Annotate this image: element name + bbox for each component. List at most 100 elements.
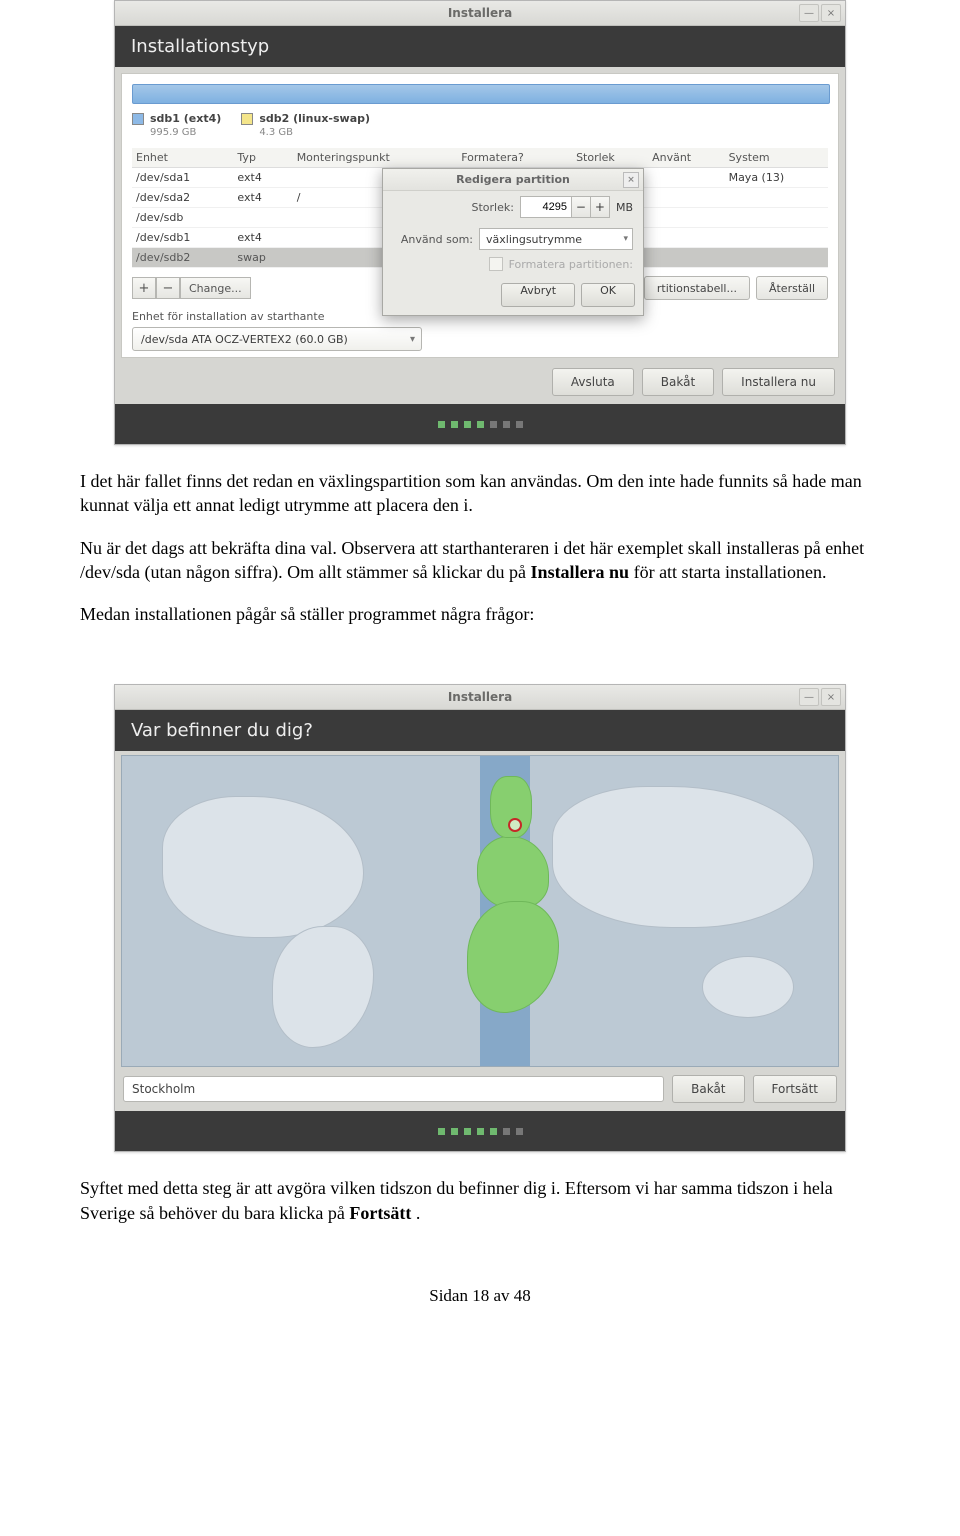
size-label: Storlek: [393,201,514,214]
window-title: Installera [448,690,512,704]
remove-partition-button[interactable]: − [156,277,180,299]
continent-highlight [467,901,559,1013]
dialog-cancel-button[interactable]: Avbryt [501,283,575,307]
legend-swatch-icon [241,113,253,125]
change-partition-button[interactable]: Change... [180,277,251,299]
step-dot-icon [503,1128,510,1135]
paragraph: Medan installationen pågår så ställer pr… [80,602,880,626]
col-mount: Monteringspunkt [293,148,458,168]
continue-button[interactable]: Fortsätt [753,1075,837,1103]
dialog-ok-button[interactable]: OK [581,283,635,307]
legend-sdb2-size: 4.3 GB [259,127,293,138]
install-now-bold: Installera nu [531,562,630,582]
paragraph: Syftet med detta steg är att avgöra vilk… [80,1176,880,1225]
size-row: Storlek: − + MB [383,191,643,223]
paragraph: Nu är det dags att bekräfta dina val. Ob… [80,536,880,585]
dialog-button-row: Avbryt OK [383,277,643,315]
edit-partition-dialog: Redigera partition × Storlek: − + MB Anv… [382,168,644,316]
step-indicator [115,404,845,444]
legend-sdb1-size: 995.9 GB [150,127,196,138]
legend-sdb2-label: sdb2 (linux-swap) [259,112,370,125]
col-device: Enhet [132,148,233,168]
col-type: Typ [233,148,292,168]
legend-sdb1-label: sdb1 (ext4) [150,112,221,125]
installer-window-2: Installera — × Var befinner du dig? Stoc… [114,684,846,1152]
window-buttons: — × [799,688,841,706]
continent-highlight [477,836,549,908]
close-icon[interactable]: × [821,4,841,22]
col-format: Formatera? [457,148,572,168]
continue-bold: Fortsätt [349,1203,411,1223]
step-indicator [115,1111,845,1151]
step-dot-icon [503,421,510,428]
step-dot-icon [477,1128,484,1135]
col-used: Använt [648,148,725,168]
toolbar-right: rtitionstabell... Återställ [644,276,828,300]
new-partition-table-button[interactable]: rtitionstabell... [644,276,750,300]
window-title: Installera [448,6,512,20]
dialog-close-icon[interactable]: × [623,172,639,188]
document-body: I det här fallet finns det redan en växl… [0,469,960,684]
timezone-bar: Stockholm Bakåt Fortsätt [115,1067,845,1111]
page-header: Var befinner du dig? [115,710,845,751]
step-dot-icon [451,1128,458,1135]
format-row: Formatera partitionen: [383,255,643,277]
step-dot-icon [438,1128,445,1135]
minimize-icon[interactable]: — [799,688,819,706]
quit-button[interactable]: Avsluta [552,368,634,396]
step-dot-icon [477,421,484,428]
back-button[interactable]: Bakåt [672,1075,744,1103]
step-dot-icon [490,1128,497,1135]
timezone-input[interactable]: Stockholm [123,1076,664,1102]
step-dot-icon [516,421,523,428]
window-titlebar: Installera — × [115,1,845,26]
use-as-combo[interactable]: växlingsutrymme [479,228,633,250]
add-partition-button[interactable]: + [132,277,156,299]
document-body: Syftet med detta steg är att avgöra vilk… [0,1176,960,1348]
continent-shape [272,926,374,1048]
page-footer: Sidan 18 av 48 [80,1285,880,1308]
size-input[interactable] [520,196,572,218]
continent-shape [702,956,794,1018]
format-label: Formatera partitionen: [509,258,633,271]
continent-shape [552,786,814,928]
size-decrement-button[interactable]: − [571,196,591,218]
close-icon[interactable]: × [821,688,841,706]
minimize-icon[interactable]: — [799,4,819,22]
step-dot-icon [516,1128,523,1135]
main-button-row: Avsluta Bakåt Installera nu [115,358,845,404]
step-dot-icon [451,421,458,428]
step-dot-icon [490,421,497,428]
col-size: Storlek [572,148,648,168]
legend-sdb2: sdb2 (linux-swap) 4.3 GB [241,112,370,138]
page-header: Installationstyp [115,26,845,67]
partition-panel: sdb1 (ext4) 995.9 GB sdb2 (linux-swap) 4… [121,73,839,358]
back-button[interactable]: Bakåt [642,368,714,396]
bootloader-device-combo[interactable]: /dev/sda ATA OCZ-VERTEX2 (60.0 GB) [132,327,422,351]
use-as-row: Använd som: växlingsutrymme [383,223,643,255]
size-spinner[interactable]: − + [520,196,610,218]
paragraph: I det här fallet finns det redan en växl… [80,469,880,518]
timezone-map[interactable] [121,755,839,1067]
step-dot-icon [438,421,445,428]
table-header-row: Enhet Typ Monteringspunkt Formatera? Sto… [132,148,828,168]
installer-window-1: Installera — × Installationstyp sdb1 (ex… [114,0,846,445]
format-checkbox[interactable] [489,257,503,271]
legend-swatch-icon [132,113,144,125]
disk-legend: sdb1 (ext4) 995.9 GB sdb2 (linux-swap) 4… [132,112,828,138]
disk-usage-bar [132,84,830,104]
window-buttons: — × [799,4,841,22]
step-dot-icon [464,1128,471,1135]
size-unit: MB [616,201,633,214]
col-system: System [725,148,828,168]
size-increment-button[interactable]: + [590,196,610,218]
continent-shape [162,796,364,938]
window-titlebar: Installera — × [115,685,845,710]
install-now-button[interactable]: Installera nu [722,368,835,396]
use-as-label: Använd som: [393,233,473,246]
step-dot-icon [464,421,471,428]
toolbar-left: + − Change... [132,277,251,299]
reset-button[interactable]: Återställ [756,276,828,300]
dialog-title: Redigera partition × [383,169,643,191]
legend-sdb1: sdb1 (ext4) 995.9 GB [132,112,221,138]
